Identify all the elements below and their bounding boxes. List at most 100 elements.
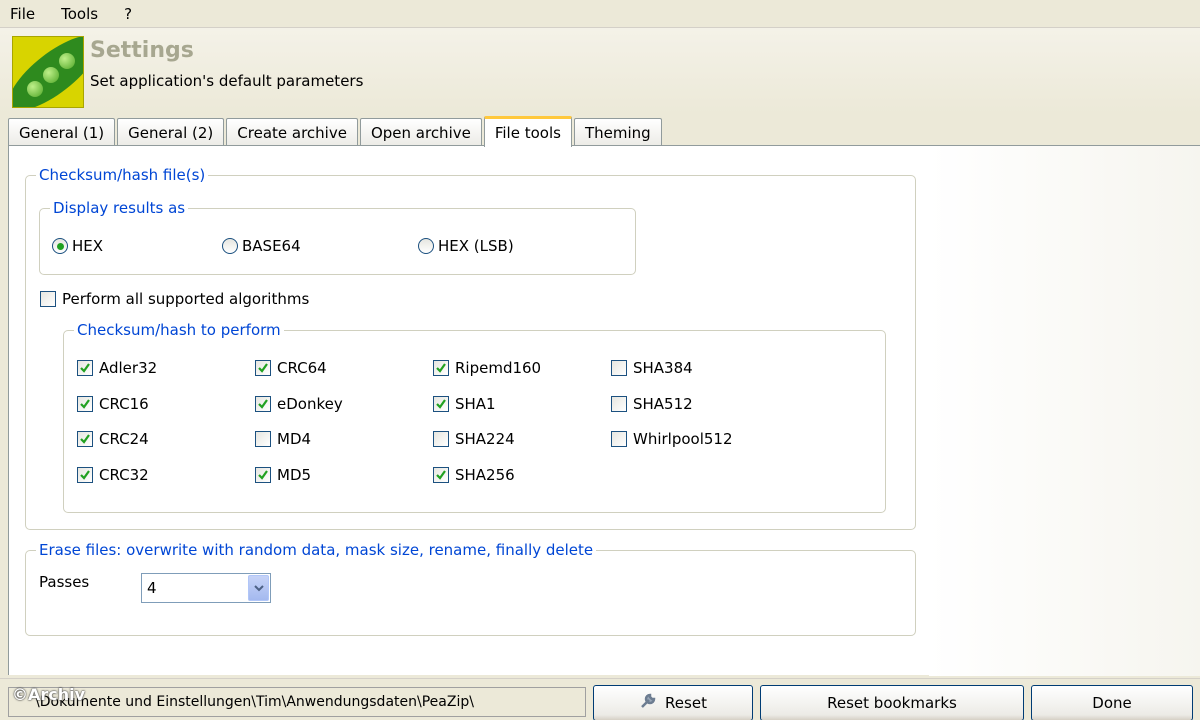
- checkbox-sha224[interactable]: SHA224: [433, 430, 515, 448]
- menu-tools[interactable]: Tools: [57, 3, 102, 25]
- checkbox[interactable]: [611, 360, 627, 376]
- display-results-group: Display results as HEX BASE64 HEX (LSB): [39, 199, 636, 275]
- tab-general-1[interactable]: General (1): [8, 118, 116, 146]
- radio-base64[interactable]: BASE64: [222, 237, 301, 255]
- checkmark-icon: [80, 399, 90, 409]
- checkmark-icon: [436, 399, 446, 409]
- checkmark-icon: [80, 470, 90, 480]
- checkbox-md4[interactable]: MD4: [255, 430, 311, 448]
- algorithm-label: CRC64: [277, 359, 327, 377]
- checksum-group-legend: Checksum/hash file(s): [36, 166, 209, 184]
- file-tools-panel: Checksum/hash file(s) Display results as…: [8, 145, 1200, 676]
- checkbox[interactable]: [433, 431, 449, 447]
- radio-button[interactable]: [418, 238, 434, 254]
- tab-create-archive[interactable]: Create archive: [226, 118, 358, 146]
- algorithms-group: Checksum/hash to perform Adler32 CRC64 Rip…: [63, 321, 886, 513]
- checkmark-icon: [258, 470, 268, 480]
- algorithm-label: Ripemd160: [455, 359, 542, 377]
- archiv-watermark: ©Archiv: [12, 685, 86, 704]
- algorithm-label: SHA384: [633, 359, 693, 377]
- checkbox-sha384[interactable]: SHA384: [611, 359, 693, 377]
- checkmark-icon: [436, 470, 446, 480]
- checkmark-icon: [80, 434, 90, 444]
- menu-help[interactable]: ?: [120, 3, 136, 25]
- checkbox[interactable]: [255, 467, 271, 483]
- checkbox[interactable]: [255, 396, 271, 412]
- checkbox[interactable]: [77, 431, 93, 447]
- checkbox-adler32[interactable]: Adler32: [77, 359, 157, 377]
- checkbox-md5[interactable]: MD5: [255, 466, 311, 484]
- radio-button[interactable]: [52, 238, 68, 254]
- checkbox-crc24[interactable]: CRC24: [77, 430, 149, 448]
- checkbox[interactable]: [611, 431, 627, 447]
- checkmark-icon: [80, 363, 90, 373]
- checkbox[interactable]: [77, 396, 93, 412]
- menu-bar: File Tools ?: [0, 0, 1200, 28]
- radio-base64-label: BASE64: [242, 237, 301, 255]
- algorithm-label: eDonkey: [277, 395, 343, 413]
- checkbox[interactable]: [40, 291, 56, 307]
- display-results-legend: Display results as: [50, 199, 189, 217]
- algorithm-label: SHA512: [633, 395, 693, 413]
- checkbox-whirlpool512[interactable]: Whirlpool512: [611, 430, 733, 448]
- checkbox-sha1[interactable]: SHA1: [433, 395, 496, 413]
- wrench-icon: [639, 692, 657, 715]
- tab-theming[interactable]: Theming: [573, 118, 662, 146]
- checkmark-icon: [436, 363, 446, 373]
- tab-file-tools[interactable]: File tools: [483, 116, 572, 147]
- algorithm-label: MD4: [277, 430, 312, 448]
- checkbox-sha256[interactable]: SHA256: [433, 466, 515, 484]
- radio-hex-label: HEX: [72, 237, 104, 255]
- checkbox-crc16[interactable]: CRC16: [77, 395, 149, 413]
- checkbox[interactable]: [255, 431, 271, 447]
- radio-button[interactable]: [222, 238, 238, 254]
- checkmark-icon: [258, 363, 268, 373]
- algorithm-label: SHA256: [455, 466, 515, 484]
- algorithm-label: CRC24: [99, 430, 149, 448]
- tab-general-2[interactable]: General (2): [117, 118, 225, 146]
- checkbox[interactable]: [611, 396, 627, 412]
- reset-button[interactable]: Reset: [593, 685, 753, 720]
- algorithm-label: Adler32: [99, 359, 158, 377]
- checkmark-icon: [258, 399, 268, 409]
- checkbox[interactable]: [77, 467, 93, 483]
- checkbox[interactable]: [255, 360, 271, 376]
- radio-hex-lsb-label: HEX (LSB): [438, 237, 514, 255]
- done-button[interactable]: Done: [1031, 685, 1193, 720]
- erase-group: Erase files: overwrite with random data,…: [25, 541, 916, 636]
- checkbox[interactable]: [433, 360, 449, 376]
- settings-header: Settings Set application's default param…: [0, 28, 1200, 114]
- checkbox-ripemd160[interactable]: Ripemd160: [433, 359, 541, 377]
- checkbox-crc64[interactable]: CRC64: [255, 359, 327, 377]
- tab-open-archive[interactable]: Open archive: [359, 118, 482, 146]
- algorithm-label: SHA224: [455, 430, 515, 448]
- checkbox-perform-all[interactable]: Perform all supported algorithms: [40, 290, 309, 308]
- algorithm-label: MD5: [277, 466, 312, 484]
- algorithms-legend: Checksum/hash to perform: [74, 321, 284, 339]
- perform-all-label: Perform all supported algorithms: [62, 290, 310, 308]
- radio-hex-lsb[interactable]: HEX (LSB): [418, 237, 514, 255]
- menu-file[interactable]: File: [6, 3, 39, 25]
- radio-hex[interactable]: HEX: [52, 237, 103, 255]
- reset-button-label: Reset: [665, 694, 707, 712]
- passes-label: Passes: [39, 573, 90, 591]
- checkbox-crc32[interactable]: CRC32: [77, 466, 149, 484]
- checkbox[interactable]: [433, 396, 449, 412]
- status-bar: \Dokumente und Einstellungen\Tim\Anwendu…: [0, 678, 1200, 720]
- algorithm-label: CRC32: [99, 466, 149, 484]
- checkbox-sha512[interactable]: SHA512: [611, 395, 693, 413]
- reset-bookmarks-button[interactable]: Reset bookmarks: [760, 685, 1024, 720]
- settings-tabs: General (1) General (2) Create archive O…: [8, 116, 664, 147]
- checkbox[interactable]: [433, 467, 449, 483]
- path-display: \Dokumente und Einstellungen\Tim\Anwendu…: [8, 687, 586, 717]
- page-subtitle: Set application's default parameters: [90, 72, 364, 90]
- algorithm-label: Whirlpool512: [633, 430, 733, 448]
- checkbox-edonkey[interactable]: eDonkey: [255, 395, 343, 413]
- checkbox[interactable]: [77, 360, 93, 376]
- erase-group-legend: Erase files: overwrite with random data,…: [36, 541, 597, 559]
- algorithm-label: CRC16: [99, 395, 149, 413]
- passes-select[interactable]: 4: [141, 573, 271, 603]
- checksum-group: Checksum/hash file(s) Display results as…: [25, 166, 916, 530]
- peazip-logo-icon: [12, 36, 84, 108]
- chevron-down-icon[interactable]: [248, 575, 269, 601]
